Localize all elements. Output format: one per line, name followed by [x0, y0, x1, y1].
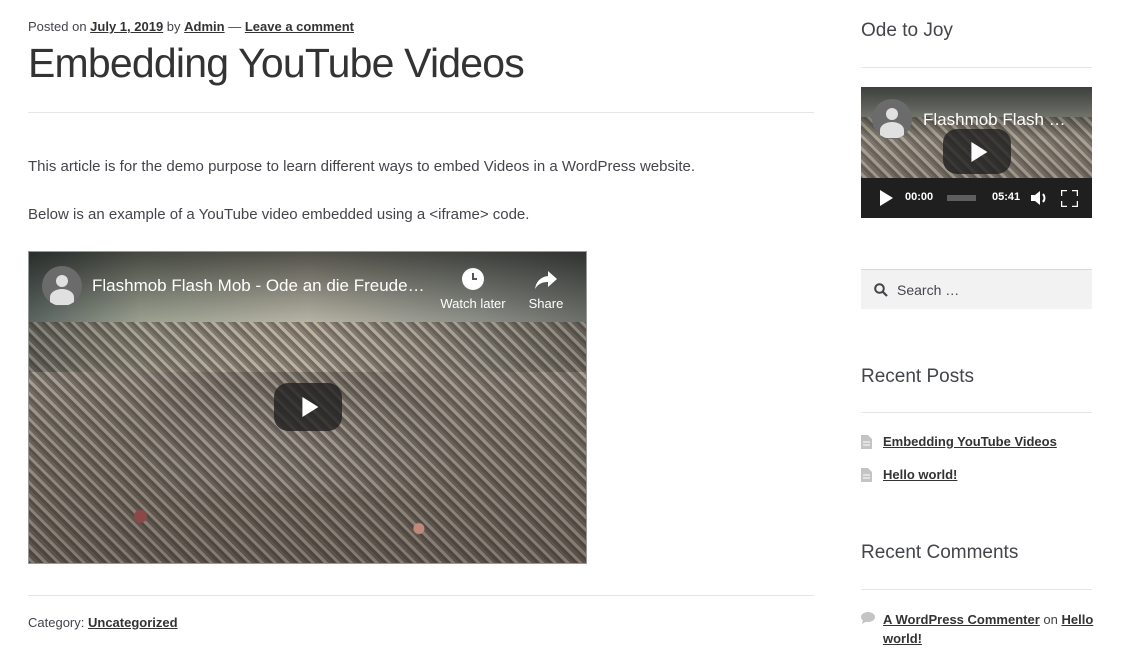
category-link[interactable]: Uncategorized: [88, 615, 178, 630]
footer-divider: [28, 595, 814, 596]
by-label: by: [166, 19, 181, 34]
widget-title-recent-posts: Recent Posts: [861, 366, 974, 387]
widget-title-recent-comments: Recent Comments: [861, 542, 1019, 563]
fullscreen-icon[interactable]: [1059, 188, 1080, 209]
widget-title-video: Ode to Joy: [861, 20, 953, 41]
current-time: 00:00: [905, 191, 934, 203]
progress-track[interactable]: [947, 195, 976, 201]
comment-author-link[interactable]: A WordPress Commenter: [883, 612, 1040, 627]
channel-avatar-icon[interactable]: [42, 266, 82, 306]
comment-bubble-icon: [861, 612, 875, 624]
video-title-link[interactable]: Flashmob Flash Mob - Ode an die Freude (…: [92, 276, 428, 296]
widget-divider: [861, 67, 1092, 68]
post-category: Category: Uncategorized: [28, 615, 178, 630]
post-date-link[interactable]: July 1, 2019: [90, 19, 163, 34]
search-widget: [861, 269, 1092, 309]
sidebar-video-player[interactable]: Flashmob Flash Mob - Ode an die Freude 0…: [861, 87, 1092, 218]
recent-post-link[interactable]: Hello world!: [883, 467, 957, 482]
post-meta: Posted on July 1, 2019 by Admin — Leave …: [28, 19, 354, 34]
document-icon: [861, 468, 872, 482]
recent-comments-divider: [861, 589, 1092, 590]
comment-on-label: on: [1043, 612, 1058, 627]
play-button-icon[interactable]: [274, 383, 342, 431]
sidebar-video-controls: 00:00 05:41: [861, 178, 1092, 218]
sidebar-play-button-icon[interactable]: [943, 129, 1011, 174]
document-icon: [861, 435, 872, 449]
category-label: Category:: [28, 615, 85, 630]
recent-posts-divider: [861, 412, 1092, 413]
posted-on-label: Posted on: [28, 19, 87, 34]
sidebar-play-icon[interactable]: [880, 190, 893, 206]
sidebar-video-title[interactable]: Flashmob Flash Mob - Ode an die Freude: [923, 110, 1073, 130]
clock-icon[interactable]: [460, 266, 486, 292]
author-link[interactable]: Admin: [184, 19, 224, 34]
recent-post-link[interactable]: Embedding YouTube Videos: [883, 434, 1057, 449]
youtube-embed[interactable]: Flashmob Flash Mob - Ode an die Freude (…: [28, 251, 587, 564]
volume-icon[interactable]: [1031, 190, 1049, 206]
dash-separator: —: [228, 19, 242, 34]
leave-comment-link[interactable]: Leave a comment: [245, 19, 354, 34]
iframe-paragraph: Below is an example of a YouTube video e…: [28, 206, 530, 223]
sidebar-channel-avatar-icon[interactable]: [872, 99, 912, 139]
intro-paragraph: This article is for the demo purpose to …: [28, 158, 696, 175]
title-divider: [28, 112, 814, 113]
duration: 05:41: [992, 191, 1021, 203]
search-input[interactable]: [861, 270, 1092, 309]
share-button[interactable]: Share: [519, 296, 573, 311]
post-title: Embedding YouTube Videos: [28, 40, 525, 86]
video-thumbnail-crowd: [29, 322, 586, 563]
share-icon[interactable]: [533, 266, 559, 292]
watch-later-button[interactable]: Watch later: [432, 296, 514, 311]
